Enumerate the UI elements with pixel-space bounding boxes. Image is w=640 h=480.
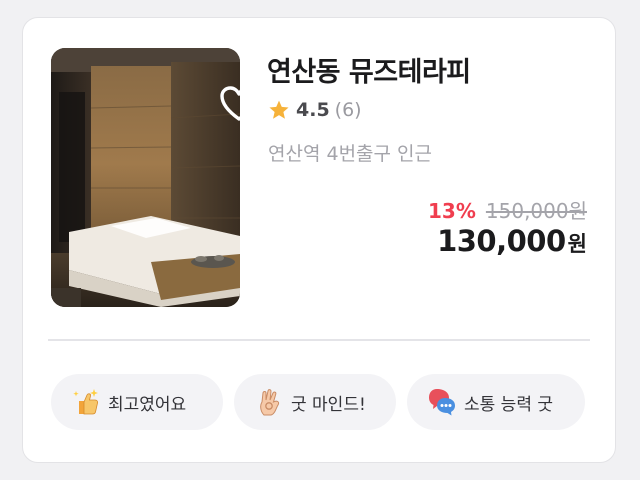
discount-rate: 13%: [428, 199, 476, 223]
review-tag-good-mind[interactable]: 굿 마인드!: [234, 374, 396, 430]
listing-card[interactable]: 연산동 뮤즈테라피 4.5 (6) 연산역 4번출구 인근 13% 150,00…: [22, 17, 616, 463]
star-icon: [269, 100, 289, 119]
original-price: 150,000원: [485, 199, 587, 223]
spa-room-image: [51, 48, 240, 307]
listing-title[interactable]: 연산동 뮤즈테라피: [267, 50, 471, 89]
rating-score: 4.5: [296, 99, 330, 121]
chat-bubbles-icon: [429, 389, 455, 416]
review-tag-label: 소통 능력 굿: [464, 394, 554, 415]
divider: [48, 339, 590, 341]
currency-unit: 원: [567, 232, 587, 256]
location-text: 연산역 4번출구 인근: [268, 143, 433, 165]
price-original-row: 13% 150,000원: [428, 195, 587, 224]
heart-outline-icon: [220, 86, 240, 121]
review-tag-label: 굿 마인드!: [291, 394, 366, 415]
sparkle-thumbs-up-icon: [73, 389, 99, 415]
favorite-button[interactable]: [219, 86, 240, 122]
ok-hand-icon: [260, 389, 280, 416]
rating-summary: 4.5 (6): [268, 97, 362, 123]
final-price-row: 130,000 원: [437, 224, 587, 258]
final-price: 130,000: [437, 224, 566, 258]
review-count: (6): [334, 99, 362, 121]
review-tag-communication[interactable]: 소통 능력 굿: [407, 374, 585, 430]
review-tag-best[interactable]: 최고였어요: [51, 374, 223, 430]
review-tag-label: 최고였어요: [108, 394, 187, 415]
spa-room-photo[interactable]: [51, 48, 240, 307]
